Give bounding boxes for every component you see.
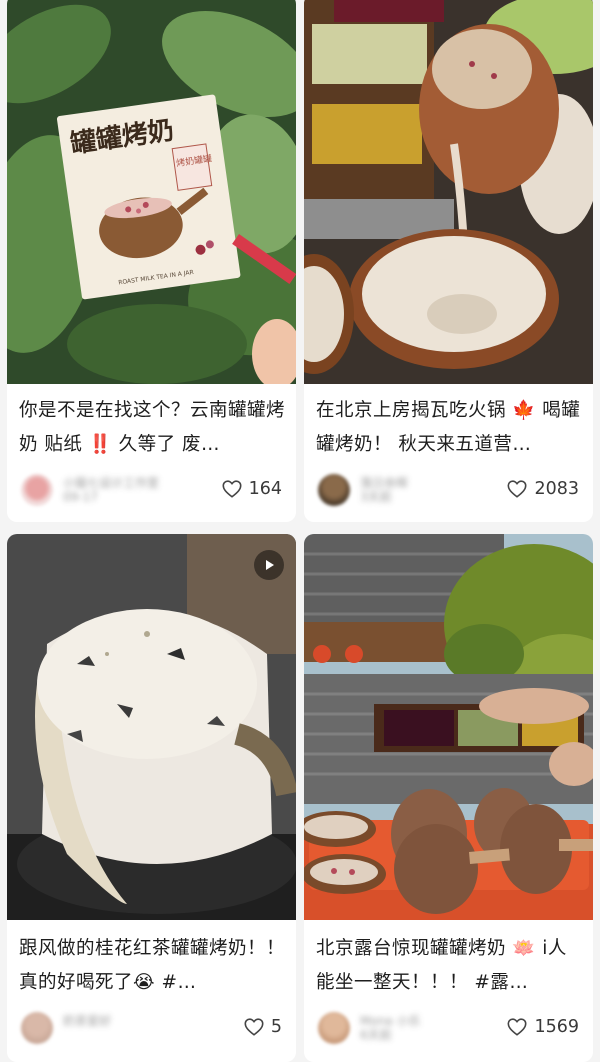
card-3-image[interactable] bbox=[7, 534, 296, 920]
card-4-image[interactable] bbox=[304, 534, 593, 920]
card-3-meta: 奶茶爱好 5 bbox=[21, 1010, 284, 1046]
like-count: 2083 bbox=[534, 479, 579, 499]
author-avatar[interactable] bbox=[21, 1012, 53, 1044]
heart-icon bbox=[244, 1018, 264, 1036]
heart-icon bbox=[507, 1018, 527, 1036]
play-icon bbox=[266, 560, 274, 570]
play-button[interactable] bbox=[254, 550, 284, 580]
author-avatar[interactable] bbox=[318, 474, 350, 506]
author-name[interactable]: 奶茶爱好 bbox=[63, 1014, 183, 1040]
card-3-title[interactable]: 跟风做的桂花红茶罐罐烤奶！！ 真的好喝死了😭 #… bbox=[19, 932, 286, 1000]
card-1-title[interactable]: 你是不是在找这个？云南罐罐烤奶 贴纸 ‼️ 久等了 废… bbox=[19, 394, 286, 462]
heart-icon bbox=[507, 480, 527, 498]
card-4-meta: Mona 小乐 6天前 1569 bbox=[318, 1010, 581, 1046]
author-avatar[interactable] bbox=[318, 1012, 350, 1044]
like-count: 1569 bbox=[534, 1017, 579, 1037]
feed-card-1[interactable]: 罐罐烤奶 烤奶罐罐 ROAST MILK TEA IN A JAR 你是不是在找… bbox=[7, 0, 296, 522]
author-name[interactable]: 落日余晖 3天前 bbox=[360, 476, 480, 504]
card-1-image[interactable]: 罐罐烤奶 烤奶罐罐 ROAST MILK TEA IN A JAR bbox=[7, 0, 296, 384]
author-avatar[interactable] bbox=[21, 474, 53, 506]
card-2-meta: 落日余晖 3天前 2083 bbox=[318, 472, 581, 508]
like-count: 164 bbox=[248, 479, 282, 499]
card-2-title[interactable]: 在北京上房揭瓦吃火锅 🍁 喝罐罐烤奶！ 秋天来五道营… bbox=[316, 394, 583, 462]
author-name[interactable]: Mona 小乐 6天前 bbox=[360, 1014, 480, 1042]
feed-card-2[interactable]: 在北京上房揭瓦吃火锅 🍁 喝罐罐烤奶！ 秋天来五道营… 落日余晖 3天前 208… bbox=[304, 0, 593, 522]
like-button[interactable]: 1569 bbox=[506, 1016, 579, 1038]
like-button[interactable]: 2083 bbox=[506, 478, 579, 500]
like-count: 5 bbox=[270, 1017, 282, 1037]
card-2-image[interactable] bbox=[304, 0, 593, 384]
like-button[interactable]: 5 bbox=[243, 1016, 282, 1038]
author-name[interactable]: 小猫七设计工作室 09-17 bbox=[63, 476, 183, 504]
heart-icon bbox=[222, 480, 242, 498]
like-button[interactable]: 164 bbox=[221, 478, 282, 500]
feed-card-3[interactable]: 跟风做的桂花红茶罐罐烤奶！！ 真的好喝死了😭 #… 奶茶爱好 5 bbox=[7, 534, 296, 1062]
card-1-meta: 小猫七设计工作室 09-17 164 bbox=[21, 472, 284, 508]
feed-card-4[interactable]: 北京露台惊现罐罐烤奶 🪷 i人能坐一整天！！！ #露… Mona 小乐 6天前 … bbox=[304, 534, 593, 1062]
card-4-title[interactable]: 北京露台惊现罐罐烤奶 🪷 i人能坐一整天！！！ #露… bbox=[316, 932, 583, 1000]
